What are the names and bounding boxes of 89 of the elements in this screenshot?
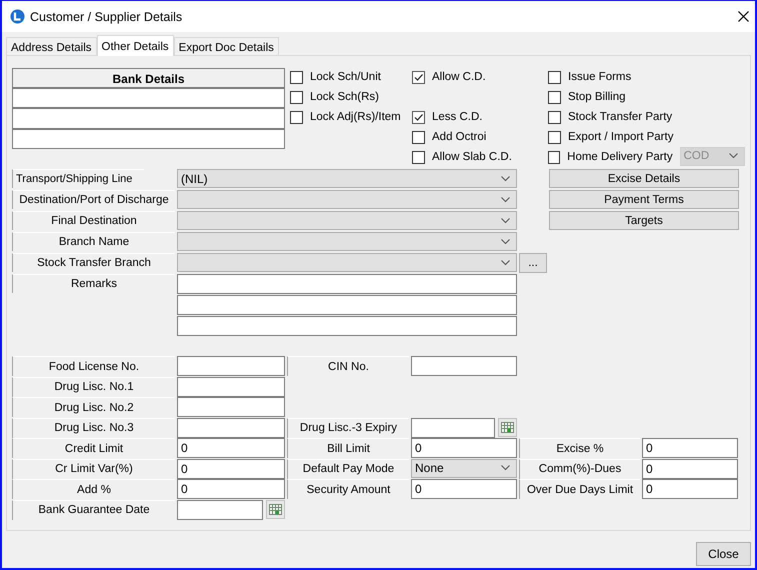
field-label: Bank Guarantee Date [12,500,175,520]
dropdown[interactable]: (NIL) [177,169,517,188]
input-field[interactable] [411,356,517,376]
chevron-icon [501,238,510,244]
input-field[interactable]: 0 [642,438,738,458]
field-label: Remarks [12,274,175,293]
dropdown[interactable]: None [411,458,517,478]
chevron-icon [501,465,510,471]
date-field[interactable] [177,500,263,520]
checkbox[interactable] [548,150,560,164]
chevron-icon [501,176,510,182]
window-title: Customer / Supplier Details [30,10,182,24]
checkbox-label[interactable]: Less C.D. [432,111,482,123]
field-label: Transport/Shipping Line [12,169,144,188]
checkbox-label[interactable]: Allow Slab C.D. [432,151,512,163]
chevron-icon [501,260,510,266]
field-label: Add % [12,479,175,499]
field-label: Default Pay Mode [287,458,409,478]
field-label: Bill Limit [287,438,409,458]
checkbox-label[interactable]: Stop Billing [568,91,626,103]
input-field[interactable]: 0 [411,438,517,458]
input-field[interactable] [177,418,285,438]
checkbox-label[interactable]: Add Octroi [432,131,486,143]
close-button[interactable]: Close [696,542,751,566]
input-field[interactable]: 0 [642,458,738,478]
field-label: CIN No. [287,356,409,376]
calendar-icon[interactable] [266,500,285,519]
checkbox[interactable] [412,70,425,84]
field-label: Comm(%)-Dues [519,458,640,478]
field-label: Excise % [519,438,640,458]
field-label: Drug Lisc.-3 Expiry [287,418,409,438]
checkbox[interactable] [548,70,561,84]
checkbox-label[interactable]: Lock Sch/Unit [310,71,381,83]
input-field[interactable] [177,376,285,396]
checkbox-label[interactable]: Issue Forms [568,71,632,83]
checkbox[interactable] [548,110,561,124]
side-button[interactable]: Payment Terms [549,190,739,209]
tab[interactable]: Address Details [6,37,97,55]
table-cell[interactable] [13,89,284,110]
table-cell[interactable] [13,109,284,130]
remarks-field[interactable] [177,295,517,315]
field-label: Credit Limit [12,438,175,458]
checkbox-label[interactable]: Lock Adj(Rs)/Item [310,111,401,123]
side-button[interactable]: Excise Details [549,169,739,188]
input-field[interactable]: 0 [177,479,285,499]
checkbox[interactable] [290,90,303,104]
table-cell[interactable] [13,130,284,148]
browse-button[interactable]: ... [519,253,547,273]
input-field[interactable]: 0 [177,438,285,458]
input-field[interactable]: 0 [411,479,517,499]
tab[interactable]: Export Doc Details [174,37,279,55]
field-label: Over Due Days Limit [519,479,640,499]
checkbox-label[interactable]: Export / Import Party [568,131,674,143]
checkbox-label[interactable]: Allow C.D. [432,71,486,83]
tab[interactable]: Other Details [96,35,174,56]
checkbox[interactable] [548,130,561,144]
checkbox-label[interactable]: Home Delivery Party [567,151,673,163]
calendar-icon[interactable] [498,418,517,437]
checkbox[interactable] [412,130,425,144]
field-label: Branch Name [12,232,175,251]
field-label: Stock Transfer Branch [12,253,175,272]
field-label: Drug Lisc. No.3 [12,418,175,438]
input-field[interactable]: 0 [177,458,285,478]
checkbox[interactable] [412,150,425,164]
input-field[interactable]: 0 [642,479,738,499]
chevron-icon [729,153,738,159]
checkbox[interactable] [290,70,303,84]
checkbox[interactable] [412,110,425,124]
field-label: Security Amount [287,479,409,499]
remarks-field[interactable] [177,274,517,294]
checkbox[interactable] [290,110,303,124]
input-field[interactable] [177,356,285,376]
chevron-icon [501,218,510,224]
field-label: Drug Lisc. No.2 [12,397,175,417]
side-button[interactable]: Targets [549,211,739,230]
checkbox-label[interactable]: Lock Sch(Rs) [310,91,380,103]
checkbox-label[interactable]: Stock Transfer Party [568,111,672,123]
field-label: Food License No. [12,356,175,376]
field-label: Cr Limit Var(%) [12,458,175,478]
checkbox[interactable] [548,90,561,104]
field-label: Final Destination [12,211,175,230]
app-logo-icon [10,9,25,24]
chevron-icon [501,196,510,202]
date-field[interactable] [411,418,495,438]
field-label: Drug Lisc. No.1 [12,376,175,396]
close-icon[interactable] [738,11,749,22]
field-label: Destination/Port of Discharge [12,190,175,209]
input-field[interactable] [177,397,285,417]
remarks-field[interactable] [177,316,517,336]
